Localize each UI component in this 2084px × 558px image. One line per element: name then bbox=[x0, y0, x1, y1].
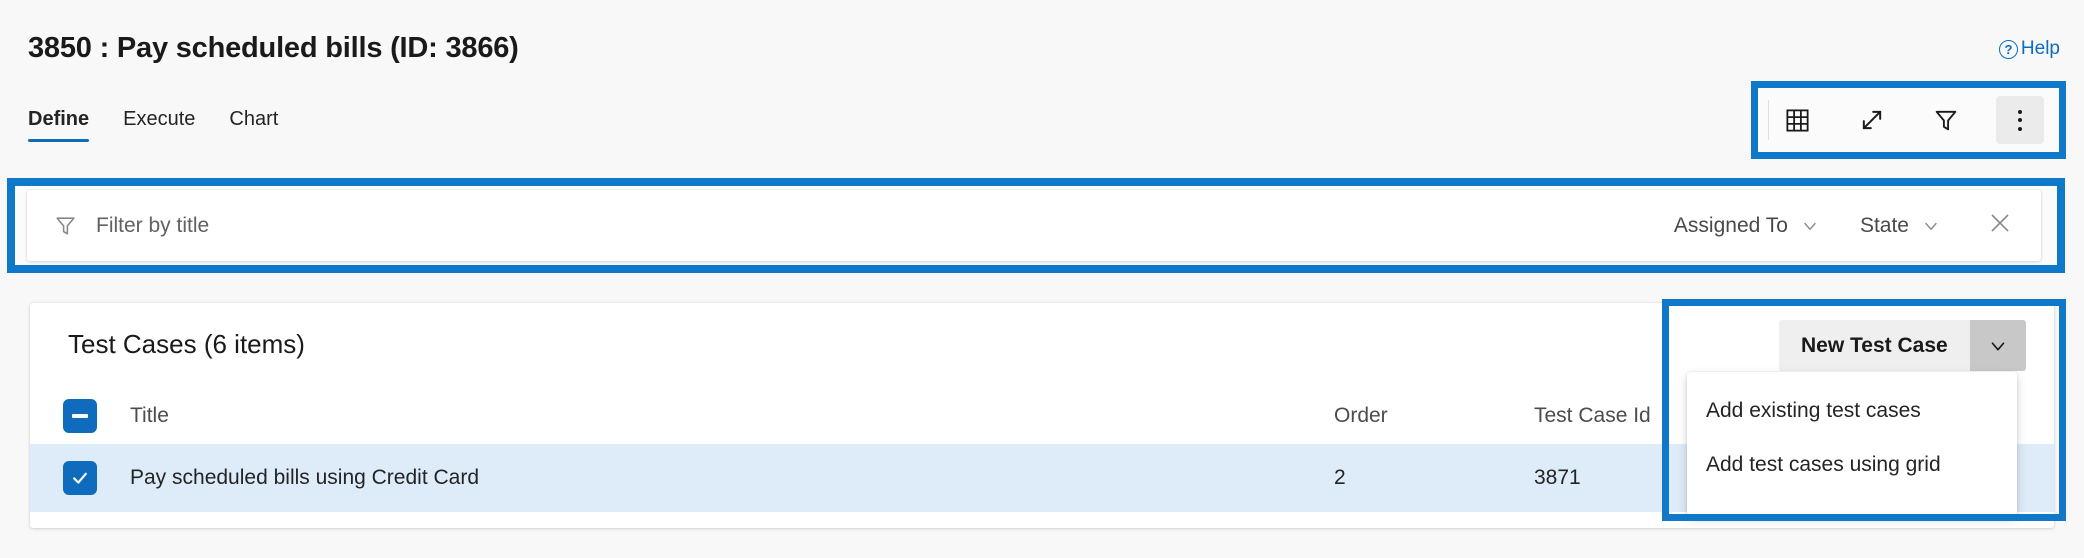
new-test-case-label: New Test Case bbox=[1779, 320, 1970, 371]
close-x-icon bbox=[1991, 214, 2009, 232]
row-title: Pay scheduled bills using Credit Card bbox=[130, 466, 480, 489]
checkmark-icon bbox=[73, 472, 87, 484]
menu-item-add-existing-test-cases[interactable]: Add existing test cases bbox=[1687, 384, 2017, 438]
chevron-down-icon bbox=[1991, 341, 2004, 350]
select-all-cell bbox=[30, 399, 130, 433]
new-test-case-chevron-button[interactable] bbox=[1969, 320, 2026, 371]
question-circle-icon: ? bbox=[1998, 39, 2018, 59]
state-dropdown[interactable]: State bbox=[1860, 214, 1941, 238]
filter-button[interactable] bbox=[1922, 96, 1970, 144]
filter-title-input[interactable]: Filter by title bbox=[96, 214, 209, 238]
expand-button[interactable] bbox=[1848, 96, 1896, 144]
toolbar-highlight-box bbox=[1751, 81, 2066, 159]
menu-item-add-test-cases-using-grid[interactable]: Add test cases using grid bbox=[1687, 438, 2017, 492]
state-label: State bbox=[1859, 213, 1909, 237]
row-select-cell bbox=[30, 461, 130, 495]
filter-controls: Assigned To State bbox=[1674, 204, 2019, 247]
new-test-case-button[interactable]: New Test Case bbox=[1779, 320, 2026, 371]
row-order: 2 bbox=[1334, 466, 1346, 489]
grid-icon bbox=[1786, 108, 1809, 132]
funnel-filter-icon bbox=[1935, 110, 1956, 131]
column-header-order[interactable]: Order bbox=[1334, 404, 1534, 428]
chevron-down-icon bbox=[1925, 222, 1937, 230]
column-header-title[interactable]: Title bbox=[130, 404, 1334, 428]
tab-bar: Define Execute Chart bbox=[28, 108, 278, 142]
app-root: 3850 : Pay scheduled bills (ID: 3866) ? … bbox=[0, 0, 2084, 558]
test-cases-title: Test Cases (6 items) bbox=[68, 329, 305, 359]
help-label: Help bbox=[2020, 38, 2060, 59]
select-all-checkbox[interactable] bbox=[63, 399, 97, 433]
chevron-down-icon bbox=[1804, 222, 1816, 230]
row-checkbox[interactable] bbox=[63, 461, 97, 495]
more-options-button[interactable] bbox=[1995, 96, 2044, 144]
tab-define[interactable]: Define bbox=[28, 108, 90, 142]
grid-view-button[interactable] bbox=[1774, 96, 1822, 144]
page-title: 3850 : Pay scheduled bills (ID: 3866) bbox=[28, 32, 519, 64]
filter-input-group[interactable]: Filter by title bbox=[53, 213, 1674, 238]
funnel-filter-icon bbox=[56, 217, 75, 235]
toolbar bbox=[1758, 88, 2059, 152]
help-link[interactable]: ? Help bbox=[1998, 38, 2060, 60]
assigned-to-label: Assigned To bbox=[1673, 213, 1788, 237]
indeterminate-dash-icon bbox=[72, 414, 88, 418]
more-vertical-dots-icon bbox=[2017, 109, 2022, 131]
expand-diagonal-arrows-icon bbox=[1862, 110, 1881, 130]
tab-chart[interactable]: Chart bbox=[229, 108, 278, 142]
clear-filter-button[interactable] bbox=[1981, 204, 2019, 247]
new-test-case-menu: Add existing test cases Add test cases u… bbox=[1687, 372, 2017, 515]
filter-bar-highlight-box: Filter by title Assigned To State bbox=[7, 178, 2065, 273]
assigned-to-dropdown[interactable]: Assigned To bbox=[1674, 214, 1820, 238]
filter-bar: Filter by title Assigned To State bbox=[27, 190, 2041, 261]
tab-execute[interactable]: Execute bbox=[123, 108, 195, 142]
